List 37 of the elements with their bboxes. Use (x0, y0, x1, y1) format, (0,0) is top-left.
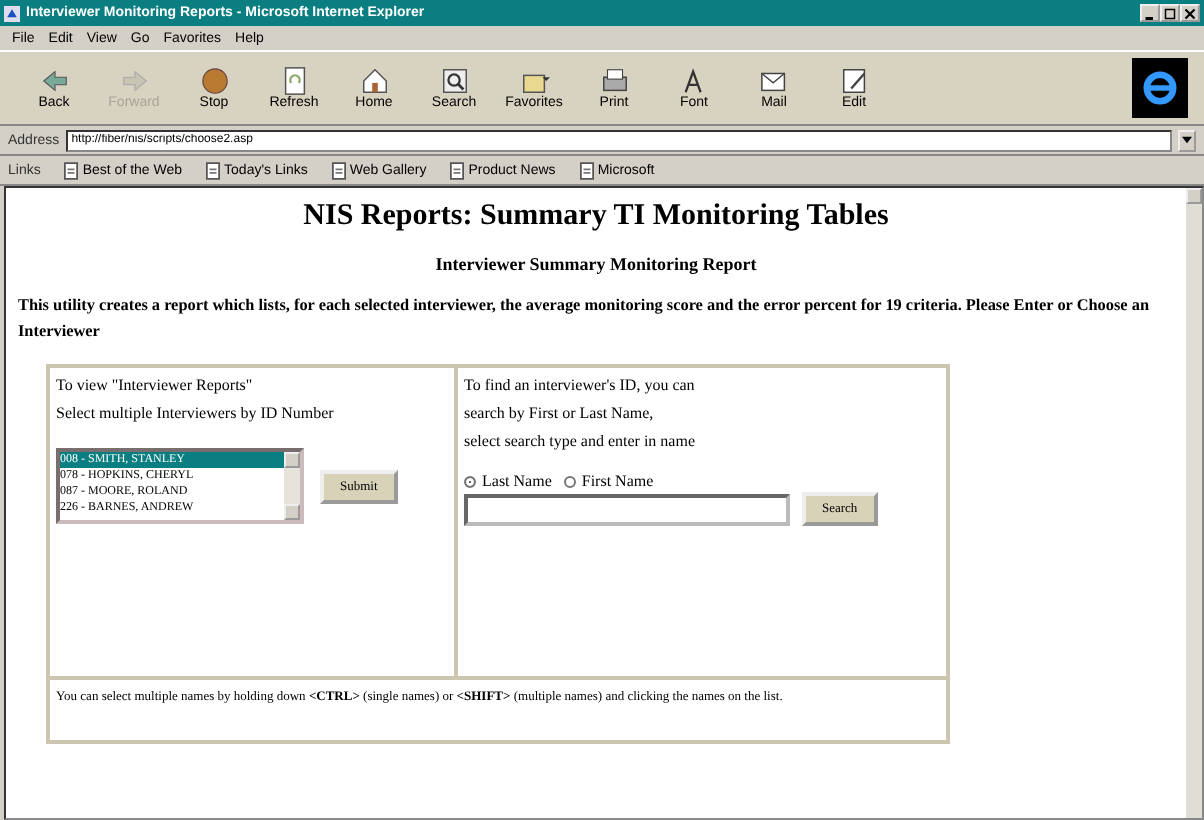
instruction-text: To view "Interviewer Reports" (56, 374, 255, 398)
page-title: NIS Reports: Summary TI Monitoring Tables (301, 200, 891, 234)
stop-icon (199, 66, 229, 96)
name-field[interactable] (464, 493, 790, 525)
page-icon (64, 161, 79, 179)
page-icon (279, 66, 309, 96)
caret-icon (1182, 136, 1192, 144)
arrow-icon (39, 66, 69, 96)
page-icon (206, 161, 221, 179)
page-scrollbar[interactable] (1186, 188, 1202, 818)
maximize-button[interactable] (1160, 4, 1180, 22)
app-icon (4, 5, 20, 21)
page-icon (331, 161, 346, 179)
instruction-text: To find an interviewer's ID, you can (464, 374, 697, 398)
close-icon (1184, 7, 1196, 19)
radio-button[interactable] (464, 475, 476, 487)
search-icon (439, 66, 469, 96)
edit-icon (839, 66, 869, 96)
page-icon (579, 161, 594, 179)
radio-button[interactable] (563, 475, 576, 487)
maximize-icon (1164, 7, 1176, 19)
browser-logo (1132, 58, 1188, 118)
radio-label: First Name (581, 472, 654, 490)
close-button[interactable] (1180, 4, 1200, 22)
radio-label: Last Name (482, 472, 552, 490)
arrow-icon (119, 66, 149, 96)
instruction-text: Select multiple Interviewers by ID Number (56, 402, 336, 426)
printer-icon (599, 66, 629, 96)
house-icon (359, 66, 389, 96)
page-subtitle: Interviewer Summary Monitoring Report (433, 254, 759, 274)
scrollbar[interactable] (284, 452, 300, 520)
dropdown-button[interactable] (1178, 129, 1196, 151)
instruction-text: search by First or Last Name, (464, 402, 656, 426)
page-icon (450, 161, 465, 179)
instruction-text: select search type and enter in name (464, 430, 697, 454)
minimize-button[interactable] (1140, 4, 1160, 22)
intro-text: This utility creates a report which lists, for each selected interviewer, the average monitoring score and the error percent for 19 criteria. Please Enter or Choose an Interviewer (18, 294, 1152, 344)
